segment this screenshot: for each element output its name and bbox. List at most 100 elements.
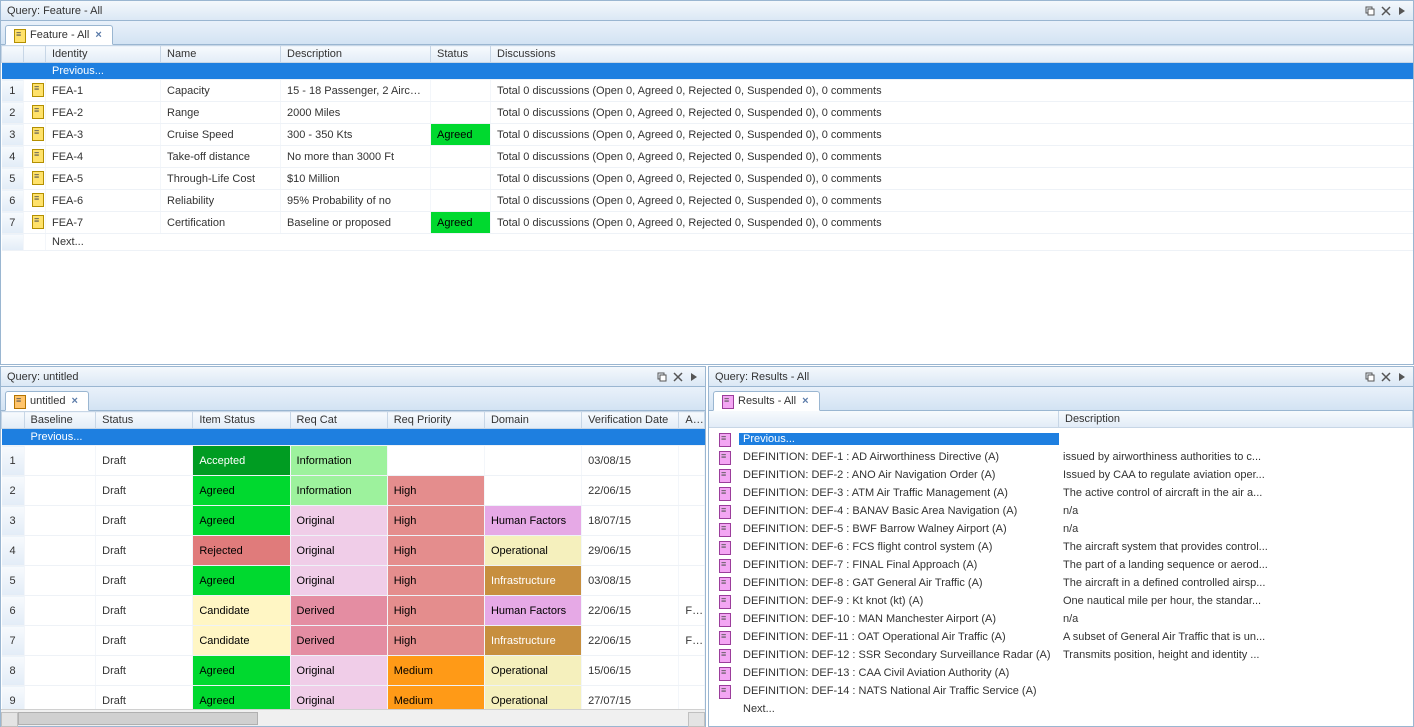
list-item[interactable]: DEFINITION: DEF-14 : NATS National Air T… [709,682,1413,700]
tree-col-description[interactable]: Description [1059,411,1413,427]
cell-req-cat: Original [290,566,387,596]
tree-col-blank[interactable] [709,411,1059,427]
col-header[interactable]: Status [431,46,491,63]
table-row[interactable]: 5 FEA-5 Through-Life Cost $10 Million To… [2,168,1414,190]
list-item[interactable]: DEFINITION: DEF-5 : BWF Barrow Walney Ai… [709,520,1413,538]
tree-label: DEFINITION: DEF-4 : BANAV Basic Area Nav… [739,505,1059,517]
col-header[interactable]: Item Status [193,412,290,429]
table-row[interactable]: 3 Draft Agreed Original High Human Facto… [2,506,705,536]
tree-header: Description [709,411,1413,428]
table-row[interactable]: 4 FEA-4 Take-off distance No more than 3… [2,146,1414,168]
cell-verification-date: 29/06/15 [582,536,679,566]
cell-ac [679,656,705,686]
tab-feature-all[interactable]: Feature - All × [5,25,113,45]
col-header[interactable]: Description [281,46,431,63]
table-row[interactable]: 2 FEA-2 Range 2000 Miles Total 0 discuss… [2,102,1414,124]
document-icon [717,666,731,680]
tree-label: DEFINITION: DEF-6 : FCS flight control s… [739,541,1059,553]
restore-icon[interactable] [1363,370,1377,384]
document-icon [717,522,731,536]
table-row[interactable]: 3 FEA-3 Cruise Speed 300 - 350 Kts Agree… [2,124,1414,146]
list-item[interactable]: DEFINITION: DEF-9 : Kt knot (kt) (A) One… [709,592,1413,610]
tab-close-icon[interactable]: × [93,29,103,41]
list-item[interactable]: DEFINITION: DEF-3 : ATM Air Traffic Mana… [709,484,1413,502]
cell-domain [484,446,581,476]
document-icon [717,576,731,590]
list-item[interactable]: DEFINITION: DEF-10 : MAN Manchester Airp… [709,610,1413,628]
list-item[interactable]: DEFINITION: DEF-12 : SSR Secondary Surve… [709,646,1413,664]
table-row[interactable]: 1 Draft Accepted Information 03/08/15 [2,446,705,476]
cell-req-priority: High [387,626,484,656]
table-row[interactable]: 8 Draft Agreed Original Medium Operation… [2,656,705,686]
tree-label: DEFINITION: DEF-5 : BWF Barrow Walney Ai… [739,523,1059,535]
table-row[interactable]: 1 FEA-1 Capacity 15 - 18 Passenger, 2 Ai… [2,80,1414,102]
tree-desc: n/a [1059,505,1413,517]
col-header[interactable]: Verification Date [582,412,679,429]
restore-icon[interactable] [1363,4,1377,18]
row-number: 9 [2,686,25,710]
table-row[interactable]: 7 Draft Candidate Derived High Infrastru… [2,626,705,656]
list-item[interactable]: DEFINITION: DEF-7 : FINAL Final Approach… [709,556,1413,574]
table-row[interactable]: 6 Draft Candidate Derived High Human Fac… [2,596,705,626]
col-header[interactable]: Identity [46,46,161,63]
close-icon[interactable] [671,370,685,384]
next-row[interactable]: Next... [709,700,1413,718]
tree-label: DEFINITION: DEF-7 : FINAL Final Approach… [739,559,1059,571]
table-row[interactable]: 4 Draft Rejected Original High Operation… [2,536,705,566]
table-row[interactable]: 6 FEA-6 Reliability 95% Probability of n… [2,190,1414,212]
previous-row[interactable]: Previous... [2,63,1414,80]
cell-verification-date: 03/08/15 [582,566,679,596]
table-row[interactable]: 5 Draft Agreed Original High Infrastruct… [2,566,705,596]
tab-close-icon[interactable]: × [69,395,79,407]
tab-results-all[interactable]: Results - All × [713,391,820,411]
col-header[interactable]: Baseline [24,412,96,429]
cell-verification-date: 27/07/15 [582,686,679,710]
tab-close-icon[interactable]: × [800,395,810,407]
col-header[interactable]: Req Priority [387,412,484,429]
tab-untitled[interactable]: untitled × [5,391,89,411]
row-icon [24,102,46,124]
horizontal-scrollbar[interactable] [1,709,705,726]
list-item[interactable]: DEFINITION: DEF-8 : GAT General Air Traf… [709,574,1413,592]
previous-row[interactable]: Previous... [2,429,705,446]
row-number: 1 [2,80,24,102]
grid-bl[interactable]: BaselineStatusItem StatusReq CatReq Prio… [1,411,705,709]
list-item[interactable]: DEFINITION: DEF-4 : BANAV Basic Area Nav… [709,502,1413,520]
arrow-right-icon[interactable] [1395,370,1409,384]
tree-results[interactable]: Previous... DEFINITION: DEF-1 : AD Airwo… [709,428,1413,726]
cell-ac: Fli tri [679,626,705,656]
table-row[interactable]: 9 Draft Agreed Original Medium Operation… [2,686,705,710]
tab-label: untitled [30,395,65,407]
tree-desc: The aircraft system that provides contro… [1059,541,1413,553]
col-header[interactable]: Req Cat [290,412,387,429]
arrow-right-icon[interactable] [687,370,701,384]
col-header[interactable]: Name [161,46,281,63]
next-row[interactable]: Next... [2,234,1414,251]
cell-ac [679,476,705,506]
col-header[interactable]: Domain [484,412,581,429]
list-item[interactable]: DEFINITION: DEF-1 : AD Airworthiness Dir… [709,448,1413,466]
col-header[interactable]: Discussions [491,46,1414,63]
cell-status: Draft [96,536,193,566]
table-row[interactable]: 2 Draft Agreed Information High 22/06/15 [2,476,705,506]
row-number: 5 [2,566,25,596]
close-icon[interactable] [1379,370,1393,384]
previous-row[interactable]: Previous... [709,430,1413,448]
col-header[interactable]: AC▲ [679,412,705,429]
cell-description: 2000 Miles [281,102,431,124]
cell-domain: Operational [484,686,581,710]
table-row[interactable]: 7 FEA-7 Certification Baseline or propos… [2,212,1414,234]
scroll-thumb[interactable] [18,712,258,725]
cell-item-status: Agreed [193,656,290,686]
list-item[interactable]: DEFINITION: DEF-13 : CAA Civil Aviation … [709,664,1413,682]
close-icon[interactable] [1379,4,1393,18]
list-item[interactable]: DEFINITION: DEF-11 : OAT Operational Air… [709,628,1413,646]
restore-icon[interactable] [655,370,669,384]
col-header[interactable]: Status [96,412,193,429]
list-item[interactable]: DEFINITION: DEF-2 : ANO Air Navigation O… [709,466,1413,484]
document-icon [717,594,731,608]
arrow-right-icon[interactable] [1395,4,1409,18]
grid-top[interactable]: IdentityNameDescriptionStatusDiscussions… [1,45,1413,364]
tree-label: Previous... [739,433,1059,445]
list-item[interactable]: DEFINITION: DEF-6 : FCS flight control s… [709,538,1413,556]
